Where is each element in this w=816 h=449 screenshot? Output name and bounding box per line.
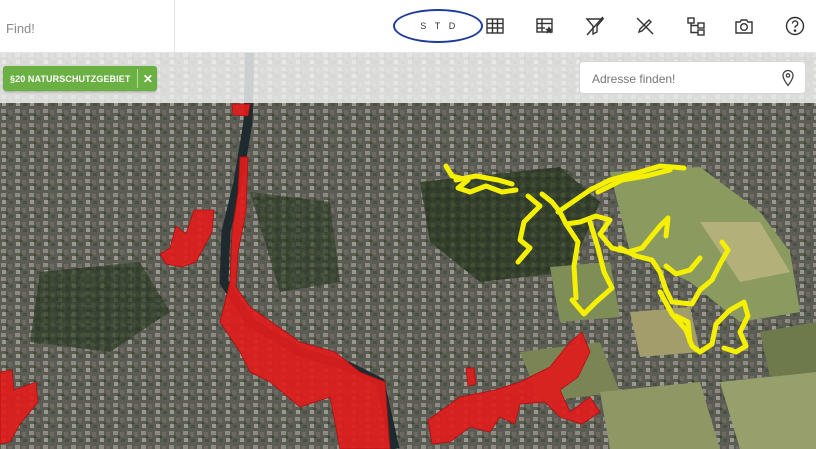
map-view[interactable] <box>0 52 816 449</box>
filter-chip-label: §20 NATURSCHUTZGEBIET <box>10 73 131 84</box>
find-box <box>0 0 175 52</box>
map-style-option-t[interactable]: T <box>435 21 441 31</box>
address-search <box>579 61 806 94</box>
filter-clear-icon[interactable] <box>583 14 607 38</box>
draw-clear-icon[interactable] <box>633 14 657 38</box>
top-toolbar: S T D <box>0 0 816 53</box>
help-icon[interactable] <box>783 14 807 38</box>
find-input[interactable] <box>4 17 168 39</box>
tree-icon[interactable] <box>684 14 708 38</box>
filter-chip: §20 NATURSCHUTZGEBIET ✕ <box>3 66 158 91</box>
address-input[interactable] <box>590 69 774 89</box>
aerial-map <box>0 52 816 449</box>
location-pin-icon[interactable] <box>780 69 796 87</box>
table-star-icon[interactable] <box>533 14 557 38</box>
map-style-option-s[interactable]: S <box>420 21 427 31</box>
camera-icon[interactable] <box>732 14 756 38</box>
map-style-option-d[interactable]: D <box>449 21 456 31</box>
table-icon[interactable] <box>483 14 507 38</box>
filter-chip-close-button[interactable]: ✕ <box>138 66 157 91</box>
map-style-switcher: S T D <box>393 9 483 43</box>
